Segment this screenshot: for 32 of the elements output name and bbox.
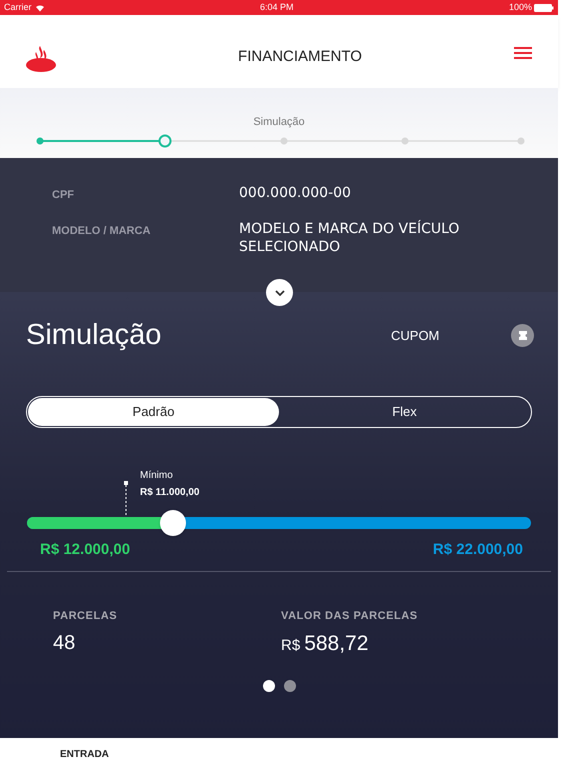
installments-value: 48	[53, 631, 76, 656]
slider-thumb[interactable]	[160, 510, 186, 536]
installment-value-label: VALOR DAS PARCELAS	[281, 608, 418, 624]
battery-label: 100%	[508, 0, 532, 14]
step-label: Simulação	[253, 115, 305, 130]
detail-value: MODELO E MARCA DO VEÍCULO SELECIONADO	[239, 220, 460, 256]
coupon-label: CUPOM	[390, 327, 440, 345]
menu-icon[interactable]	[514, 46, 532, 58]
detail-label: CPF	[51, 188, 75, 203]
wifi-icon	[34, 4, 45, 12]
battery-icon	[534, 4, 554, 12]
tab[interactable]: Padrão	[28, 398, 279, 426]
minimum-marker-icon	[123, 480, 129, 516]
detail-label: MODELO / MARCA	[51, 224, 152, 238]
coupon-button[interactable]	[511, 324, 534, 348]
currency-label: R$	[281, 636, 300, 656]
maximum-value: R$ 22.000,00	[432, 540, 523, 560]
section-heading: ENTRADA	[60, 749, 109, 760]
minimum-value: R$ 11.000,00	[140, 486, 200, 500]
tab[interactable]: Flex	[279, 398, 530, 426]
selected-value: R$ 12.000,00	[40, 540, 130, 560]
detail-value: 000.000.000-00	[239, 184, 352, 203]
page-title: FINANCIAMENTO	[237, 47, 362, 68]
carrier-label: Carrier	[4, 0, 32, 14]
chevron-down-icon	[274, 290, 284, 296]
installment-value: 588,72	[304, 631, 368, 657]
ticket-icon	[518, 331, 526, 340]
section-title: Simulação	[26, 318, 162, 353]
installments-label: PARCELAS	[53, 608, 118, 624]
flame-logo-icon	[26, 44, 56, 72]
clock: 6:04 PM	[260, 0, 294, 14]
minimum-label: Mínimo	[140, 468, 173, 482]
